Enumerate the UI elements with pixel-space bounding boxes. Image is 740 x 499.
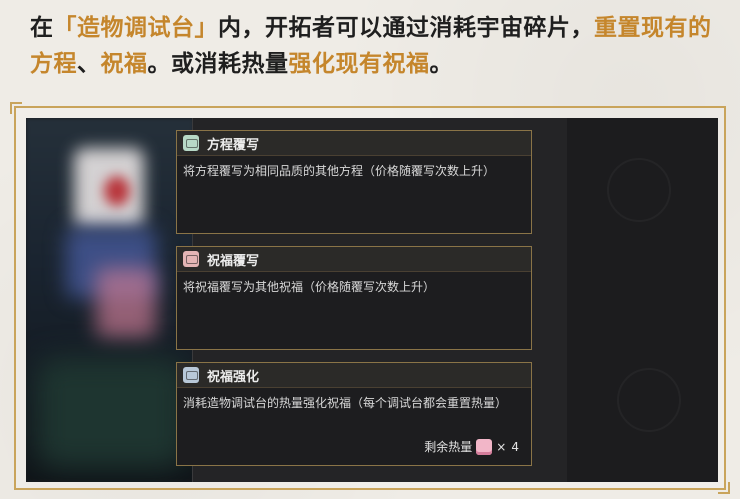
card-description: 将祝福覆写为其他祝福（价格随覆写次数上升） (183, 280, 436, 294)
card-equation-overwrite[interactable]: 方程覆写 将方程覆写为相同品质的其他方程（价格随覆写次数上升） (176, 130, 532, 234)
flower-watermark-icon (607, 158, 671, 222)
remaining-heat: 剩余热量 × 4 (424, 438, 519, 455)
headline: 在「造物调试台」内，开拓者可以通过消耗宇宙碎片，重置现有的方程、祝福。或消耗热量… (30, 10, 730, 82)
flower-watermark-icon (617, 368, 681, 432)
equation-icon (183, 135, 199, 151)
card-description: 将方程覆写为相同品质的其他方程（价格随覆写次数上升） (183, 164, 496, 178)
headline-highlight: 祝福 (100, 51, 148, 77)
headline-highlight: 「造物调试台」 (53, 15, 218, 41)
card-title: 祝福强化 (207, 369, 260, 385)
card-header: 祝福强化 (177, 363, 531, 388)
card-title: 祝福覆写 (207, 253, 260, 269)
card-description: 消耗造物调试台的热量强化祝福（每个调试台都会重置热量） (183, 396, 508, 410)
headline-text: 、 (77, 51, 101, 77)
card-header: 方程覆写 (177, 131, 531, 156)
heat-count: 4 (511, 439, 519, 454)
card-blessing-overwrite[interactable]: 祝福覆写 将祝福覆写为其他祝福（价格随覆写次数上升） (176, 246, 532, 350)
heat-label: 剩余热量 (424, 440, 473, 454)
headline-text: 。 (429, 51, 453, 77)
heat-cube-icon (476, 438, 493, 455)
heat-multiplier: × (496, 439, 507, 454)
headline-text: 在 (30, 15, 54, 41)
headline-highlight: 强化现有祝福 (288, 51, 430, 77)
card-blessing-enhance[interactable]: 祝福强化 消耗造物调试台的热量强化祝福（每个调试台都会重置热量） 剩余热量 × … (176, 362, 532, 466)
enhance-icon (183, 367, 199, 383)
headline-text: 内，开拓者可以通过消耗宇宙碎片， (218, 15, 594, 41)
card-header: 祝福覆写 (177, 247, 531, 272)
card-title: 方程覆写 (207, 137, 260, 153)
headline-text: 。或消耗热量 (147, 51, 289, 77)
side-panel (567, 118, 718, 482)
blessing-icon (183, 251, 199, 267)
